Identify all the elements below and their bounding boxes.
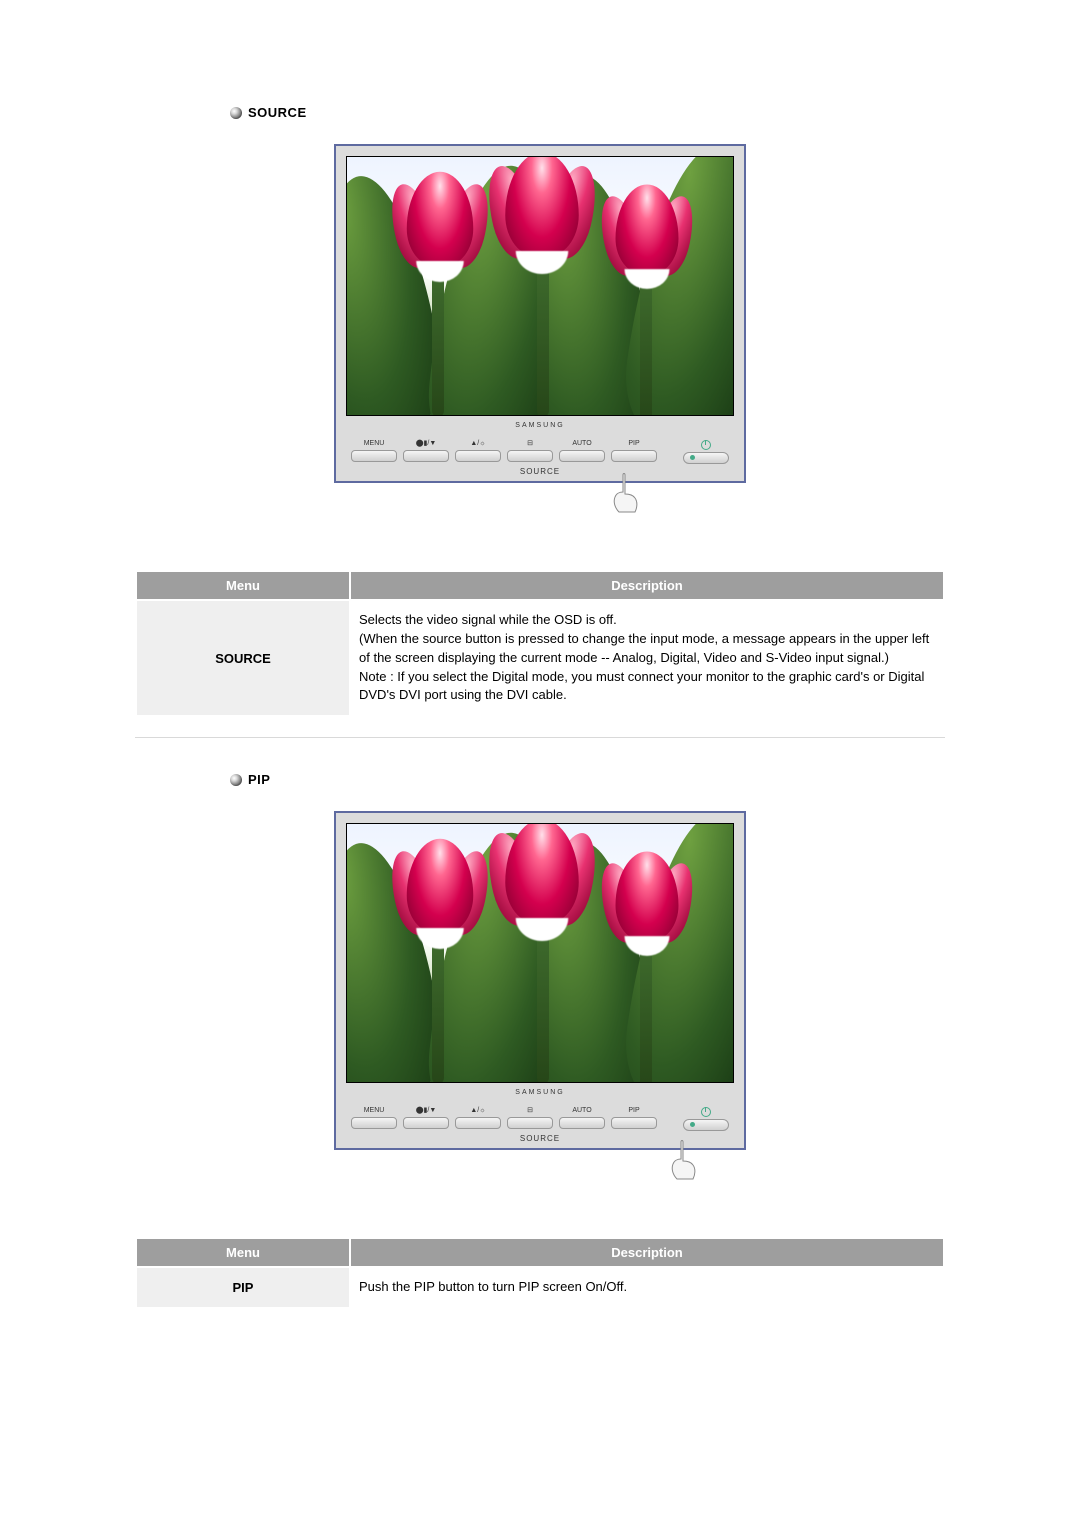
monitor-brand-label: SAMSUNG bbox=[346, 1083, 734, 1101]
ctrl-menu: MENU bbox=[350, 440, 398, 462]
bullet-icon bbox=[230, 774, 242, 786]
table-header-menu: Menu bbox=[137, 572, 349, 599]
menu-cell-source: SOURCE bbox=[137, 601, 349, 715]
table-pip: Menu Description PIP Push the PIP button… bbox=[135, 1237, 945, 1309]
table-header-description: Description bbox=[351, 1239, 943, 1266]
table-row: SOURCE Selects the video signal while th… bbox=[137, 601, 943, 715]
power-icon bbox=[701, 440, 711, 450]
ctrl-power bbox=[682, 1107, 730, 1131]
menu-cell-pip: PIP bbox=[137, 1268, 349, 1307]
section-heading-pip: PIP bbox=[230, 772, 945, 787]
monitor-controls: MENU ⬤▮/▼ ▲/☼ ⊟ AUTO PIP bbox=[346, 434, 734, 466]
table-source: Menu Description SOURCE Selects the vide… bbox=[135, 570, 945, 717]
monitor-body: SAMSUNG MENU ⬤▮/▼ ▲/☼ ⊟ AUTO PIP SOURCE bbox=[335, 145, 745, 482]
monitor-illustration-pip: SAMSUNG MENU ⬤▮/▼ ▲/☼ ⊟ AUTO PIP SOURCE bbox=[135, 812, 945, 1187]
section-title: PIP bbox=[248, 772, 270, 787]
monitor-controls: MENU ⬤▮/▼ ▲/☼ ⊟ AUTO PIP bbox=[346, 1101, 734, 1133]
power-icon bbox=[701, 1107, 711, 1117]
desc-cell-pip: Push the PIP button to turn PIP screen O… bbox=[351, 1268, 943, 1307]
source-caption: SOURCE bbox=[346, 467, 734, 476]
monitor-body: SAMSUNG MENU ⬤▮/▼ ▲/☼ ⊟ AUTO PIP SOURCE bbox=[335, 812, 745, 1149]
ctrl-up-bright: ▲/☼ bbox=[454, 440, 502, 462]
ctrl-pip: PIP bbox=[610, 1107, 658, 1129]
section-divider bbox=[135, 737, 945, 738]
table-row: PIP Push the PIP button to turn PIP scre… bbox=[137, 1268, 943, 1307]
section-heading-source: SOURCE bbox=[230, 105, 945, 120]
monitor-screen bbox=[346, 156, 734, 416]
ctrl-menu: MENU bbox=[350, 1107, 398, 1129]
pointing-hand-icon bbox=[335, 1143, 745, 1187]
table-header-menu: Menu bbox=[137, 1239, 349, 1266]
ctrl-enter: ⊟ bbox=[506, 1107, 554, 1129]
monitor-illustration-source: SAMSUNG MENU ⬤▮/▼ ▲/☼ ⊟ AUTO PIP SOURCE bbox=[135, 145, 945, 520]
ctrl-auto: AUTO bbox=[558, 1107, 606, 1129]
ctrl-enter: ⊟ bbox=[506, 440, 554, 462]
section-title: SOURCE bbox=[248, 105, 307, 120]
desc-cell-source: Selects the video signal while the OSD i… bbox=[351, 601, 943, 715]
ctrl-power bbox=[682, 440, 730, 464]
ctrl-pip: PIP bbox=[610, 440, 658, 462]
ctrl-down: ⬤▮/▼ bbox=[402, 440, 450, 462]
pointing-hand-icon bbox=[335, 476, 745, 520]
ctrl-down: ⬤▮/▼ bbox=[402, 1107, 450, 1129]
ctrl-auto: AUTO bbox=[558, 440, 606, 462]
table-header-description: Description bbox=[351, 572, 943, 599]
ctrl-up-bright: ▲/☼ bbox=[454, 1107, 502, 1129]
monitor-screen bbox=[346, 823, 734, 1083]
monitor-brand-label: SAMSUNG bbox=[346, 416, 734, 434]
bullet-icon bbox=[230, 107, 242, 119]
